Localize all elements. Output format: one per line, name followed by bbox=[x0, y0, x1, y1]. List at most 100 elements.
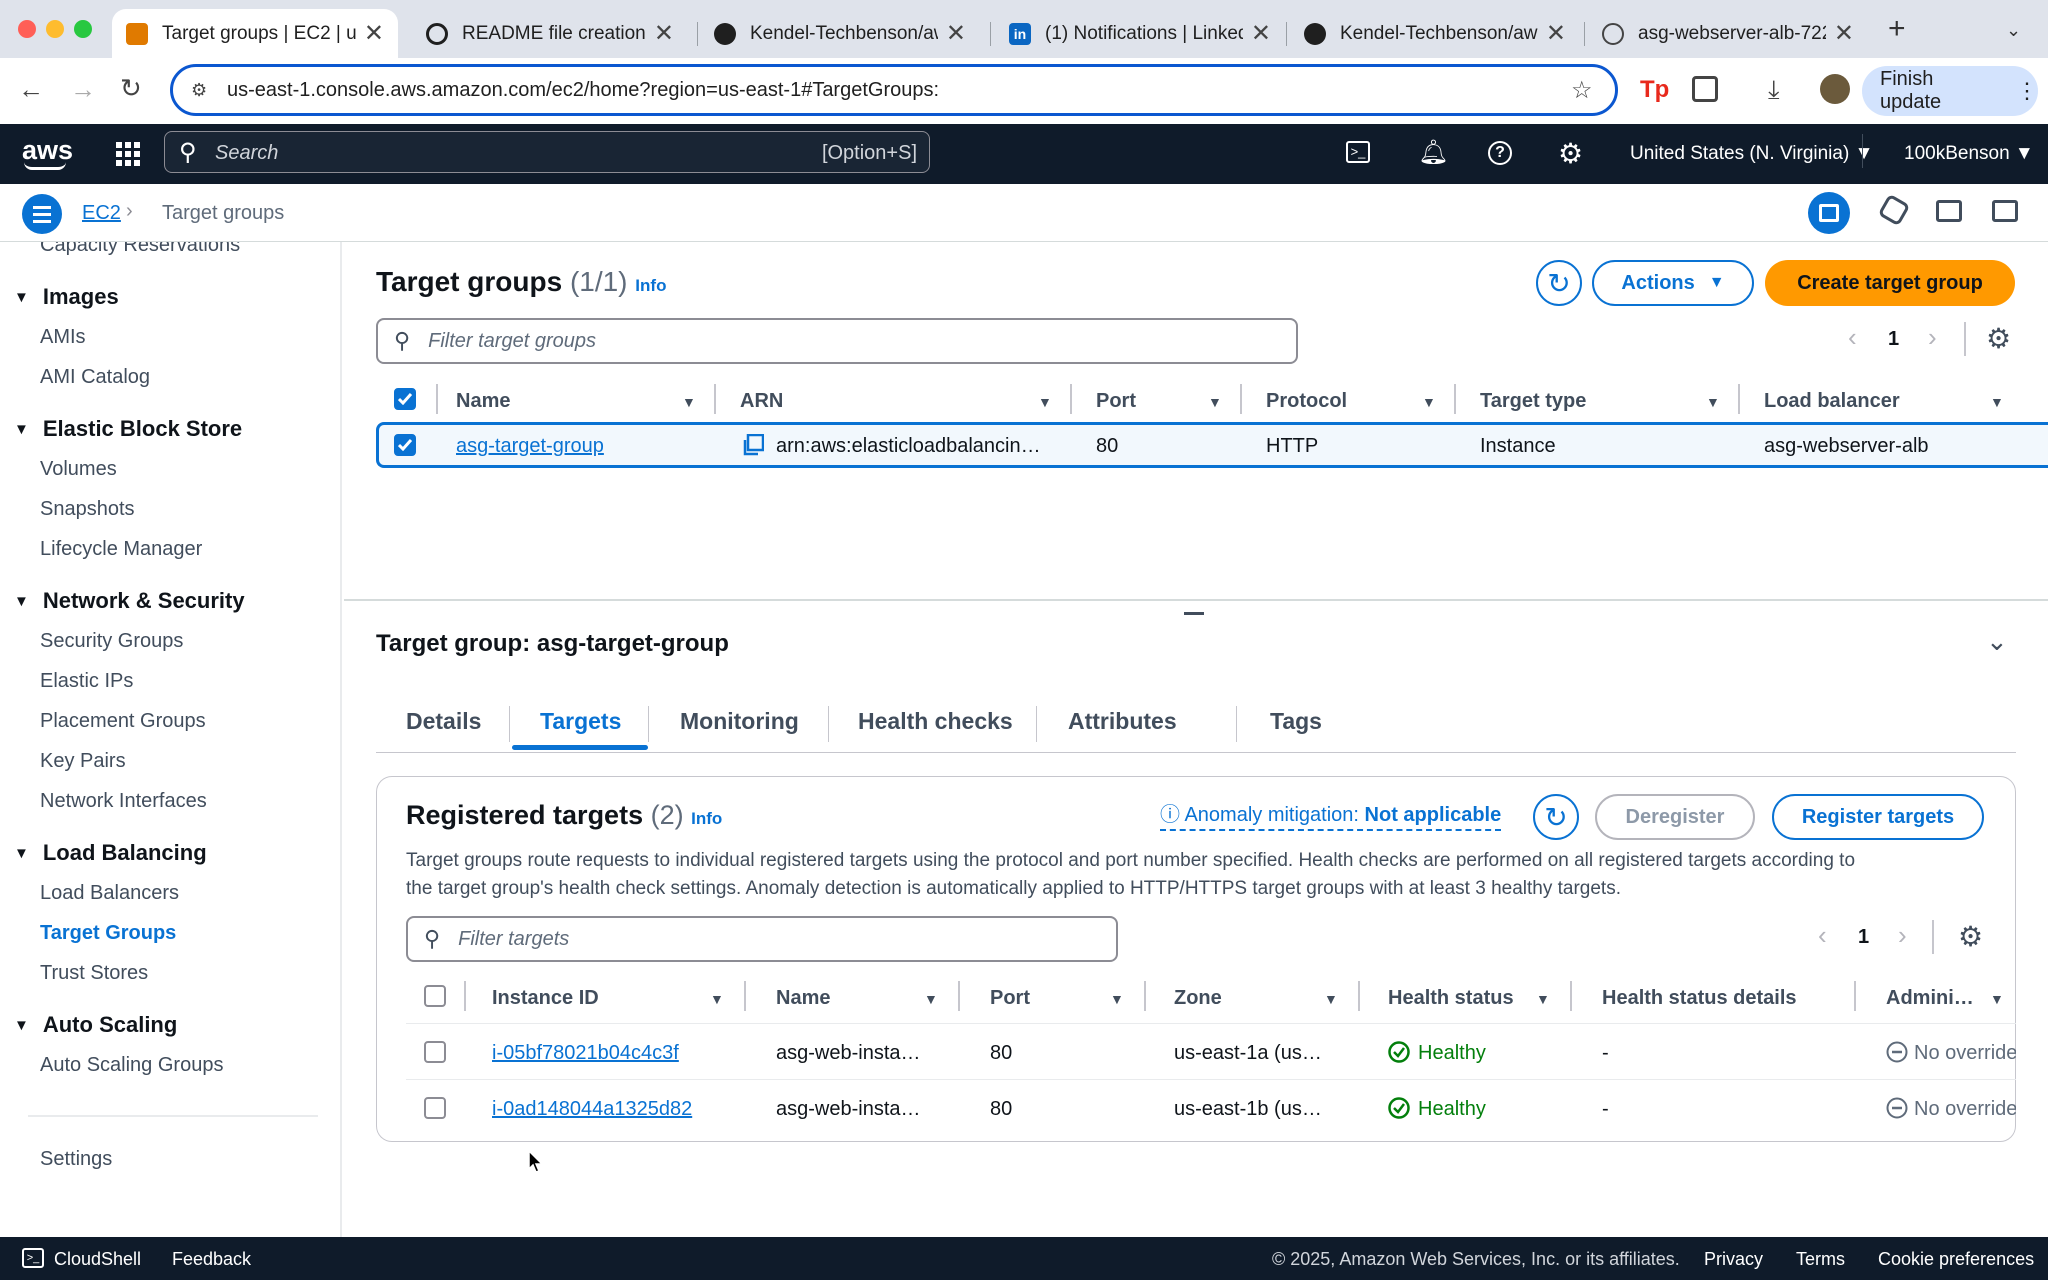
sidebar-section-ebs[interactable]: ▼ Elastic Block Store bbox=[14, 416, 242, 442]
address-bar[interactable]: ⚙ us-east-1.console.aws.amazon.com/ec2/h… bbox=[170, 64, 1618, 116]
sort-icon[interactable]: ▼ bbox=[682, 394, 696, 410]
sidebar-section-images[interactable]: ▼ Images bbox=[14, 284, 119, 310]
forward-arrow-icon[interactable]: → bbox=[70, 74, 96, 105]
browser-tab-github-2[interactable]: Kendel-Techbenson/aws ✕ bbox=[1290, 9, 1580, 58]
sidebar-item-snapshots[interactable]: Snapshots bbox=[40, 498, 135, 521]
region-selector[interactable]: United States (N. Virginia) ▼ bbox=[1630, 143, 1873, 165]
sidebar-item-elastic-ips[interactable]: Elastic IPs bbox=[40, 670, 133, 693]
close-tab-icon[interactable]: ✕ bbox=[654, 19, 674, 48]
column-header-health-status[interactable]: Health status bbox=[1388, 987, 1514, 1010]
hamburger-menu-icon[interactable] bbox=[22, 194, 62, 234]
instance-id-link[interactable]: i-05bf78021b04c4c3f bbox=[492, 1042, 679, 1065]
column-header-health-status-details[interactable]: Health status details bbox=[1602, 987, 1797, 1010]
footer-cloudshell-link[interactable]: CloudShell bbox=[54, 1249, 141, 1270]
refresh-button[interactable]: ↻ bbox=[1536, 260, 1582, 306]
footer-privacy-link[interactable]: Privacy bbox=[1704, 1249, 1763, 1270]
filter-targets-input[interactable]: ⚲ Filter targets bbox=[406, 916, 1118, 962]
browser-tab-github-1[interactable]: Kendel-Techbenson/aws ✕ bbox=[700, 9, 980, 58]
notifications-bell-icon[interactable]: 🔔︎ bbox=[1418, 138, 1448, 167]
actions-button[interactable]: Actions ▼ bbox=[1592, 260, 1754, 306]
sidebar-section-load-balancing[interactable]: ▼ Load Balancing bbox=[14, 840, 207, 866]
reload-icon[interactable]: ↻ bbox=[120, 73, 142, 104]
sidebar-item-settings[interactable]: Settings bbox=[40, 1148, 112, 1171]
next-page-icon[interactable]: › bbox=[1928, 322, 1937, 353]
tab-tags[interactable]: Tags bbox=[1236, 708, 1356, 735]
breadcrumb-ec2-link[interactable]: EC2 bbox=[82, 202, 121, 225]
cloudshell-icon[interactable]: >_ bbox=[22, 1248, 44, 1268]
sort-icon[interactable]: ▼ bbox=[1110, 991, 1124, 1007]
account-menu[interactable]: 100kBenson ▼ bbox=[1904, 143, 2034, 165]
sidebar-item-auto-scaling-groups[interactable]: Auto Scaling Groups bbox=[40, 1054, 223, 1077]
aws-search-input[interactable]: ⚲ Search [Option+S] bbox=[164, 131, 930, 173]
help-icon[interactable]: ? bbox=[1488, 141, 1512, 165]
deregister-button[interactable]: Deregister bbox=[1595, 794, 1755, 840]
page-number[interactable]: 1 bbox=[1888, 328, 1899, 351]
table-preferences-gear-icon[interactable]: ⚙ bbox=[1958, 920, 1983, 953]
row-checkbox[interactable] bbox=[394, 434, 416, 456]
sidebar-item-placement-groups[interactable]: Placement Groups bbox=[40, 710, 206, 733]
cloudshell-icon[interactable]: >_ bbox=[1346, 141, 1370, 163]
copy-icon[interactable] bbox=[742, 434, 764, 456]
console-monitor-icon[interactable] bbox=[1936, 200, 1962, 222]
window-minimize-button[interactable] bbox=[46, 20, 64, 38]
column-header-port[interactable]: Port bbox=[990, 987, 1030, 1010]
kebab-menu-icon[interactable]: ⋮ bbox=[2016, 78, 2038, 104]
download-icon[interactable]: ⤓ bbox=[1768, 74, 1780, 106]
bookmark-star-icon[interactable]: ☆ bbox=[1571, 76, 1593, 105]
row-checkbox[interactable] bbox=[424, 1041, 446, 1063]
column-header-load-balancer[interactable]: Load balancer bbox=[1764, 390, 1900, 413]
anomaly-mitigation-link[interactable]: ⓘ Anomaly mitigation: Not applicable bbox=[1160, 798, 1502, 831]
panel-split-icon[interactable] bbox=[1808, 192, 1850, 234]
close-tab-icon[interactable]: ✕ bbox=[1251, 19, 1271, 48]
browser-tab-alb[interactable]: asg-webserver-alb-722 ✕ bbox=[1588, 9, 1868, 58]
sidebar-item-ami-catalog[interactable]: AMI Catalog bbox=[40, 366, 150, 389]
profile-avatar[interactable] bbox=[1820, 74, 1850, 104]
column-header-target-type[interactable]: Target type bbox=[1480, 390, 1586, 413]
column-header-name[interactable]: Name bbox=[456, 390, 510, 413]
sort-icon[interactable]: ▼ bbox=[924, 991, 938, 1007]
register-targets-button[interactable]: Register targets bbox=[1772, 794, 1984, 840]
select-all-targets-checkbox[interactable] bbox=[424, 985, 446, 1007]
dashboard-monitor-icon[interactable] bbox=[1992, 200, 2018, 222]
tab-targets[interactable]: Targets bbox=[540, 708, 621, 735]
sort-icon[interactable]: ▼ bbox=[1990, 394, 2004, 410]
sidebar-item-network-interfaces[interactable]: Network Interfaces bbox=[40, 790, 207, 813]
tab-search-chevron-icon[interactable]: ⌄ bbox=[2006, 20, 2021, 41]
browser-tab-linkedin[interactable]: in (1) Notifications | LinkedIn ✕ bbox=[995, 9, 1285, 58]
refresh-targets-button[interactable]: ↻ bbox=[1533, 794, 1579, 840]
sort-icon[interactable]: ▼ bbox=[1536, 991, 1550, 1007]
sidebar-item-volumes[interactable]: Volumes bbox=[40, 458, 117, 481]
sort-icon[interactable]: ▼ bbox=[710, 991, 724, 1007]
new-tab-icon[interactable]: + bbox=[1888, 12, 1906, 46]
back-arrow-icon[interactable]: ← bbox=[18, 74, 44, 105]
sort-icon[interactable]: ▼ bbox=[1208, 394, 1222, 410]
sort-icon[interactable]: ▼ bbox=[1706, 394, 1720, 410]
window-maximize-button[interactable] bbox=[74, 20, 92, 38]
column-header-zone[interactable]: Zone bbox=[1174, 987, 1222, 1010]
extensions-puzzle-icon[interactable] bbox=[1692, 76, 1718, 102]
sidebar-item-capacity-reservations[interactable]: Capacity Reservations bbox=[40, 242, 240, 257]
column-header-instance-id[interactable]: Instance ID bbox=[492, 987, 599, 1010]
next-page-icon[interactable]: › bbox=[1898, 920, 1907, 951]
sidebar-item-security-groups[interactable]: Security Groups bbox=[40, 630, 183, 653]
site-info-icon[interactable]: ⚙ bbox=[191, 80, 207, 101]
sidebar-item-amis[interactable]: AMIs bbox=[40, 326, 86, 349]
prev-page-icon[interactable]: ‹ bbox=[1818, 920, 1827, 951]
extension-tp-icon[interactable]: Tp bbox=[1640, 76, 1669, 104]
info-link[interactable]: Info bbox=[691, 809, 722, 828]
footer-feedback-link[interactable]: Feedback bbox=[172, 1249, 251, 1270]
collapse-panel-chevron-icon[interactable]: ⌄ bbox=[1986, 626, 2008, 657]
resize-handle-icon[interactable] bbox=[1184, 612, 1204, 615]
sidebar-item-key-pairs[interactable]: Key Pairs bbox=[40, 750, 126, 773]
close-tab-icon[interactable]: ✕ bbox=[1546, 19, 1566, 48]
page-number[interactable]: 1 bbox=[1858, 926, 1869, 949]
column-header-port[interactable]: Port bbox=[1096, 390, 1136, 413]
browser-tab-target-groups[interactable]: Target groups | EC2 | us-east-1 ✕ bbox=[112, 9, 398, 58]
sidebar-item-trust-stores[interactable]: Trust Stores bbox=[40, 962, 148, 985]
feature-hexagon-icon[interactable] bbox=[1877, 193, 1911, 227]
settings-gear-icon[interactable]: ⚙ bbox=[1558, 137, 1583, 170]
footer-terms-link[interactable]: Terms bbox=[1796, 1249, 1845, 1270]
close-tab-icon[interactable]: ✕ bbox=[1834, 19, 1854, 48]
sort-icon[interactable]: ▼ bbox=[1038, 394, 1052, 410]
target-group-name-link[interactable]: asg-target-group bbox=[456, 435, 604, 458]
